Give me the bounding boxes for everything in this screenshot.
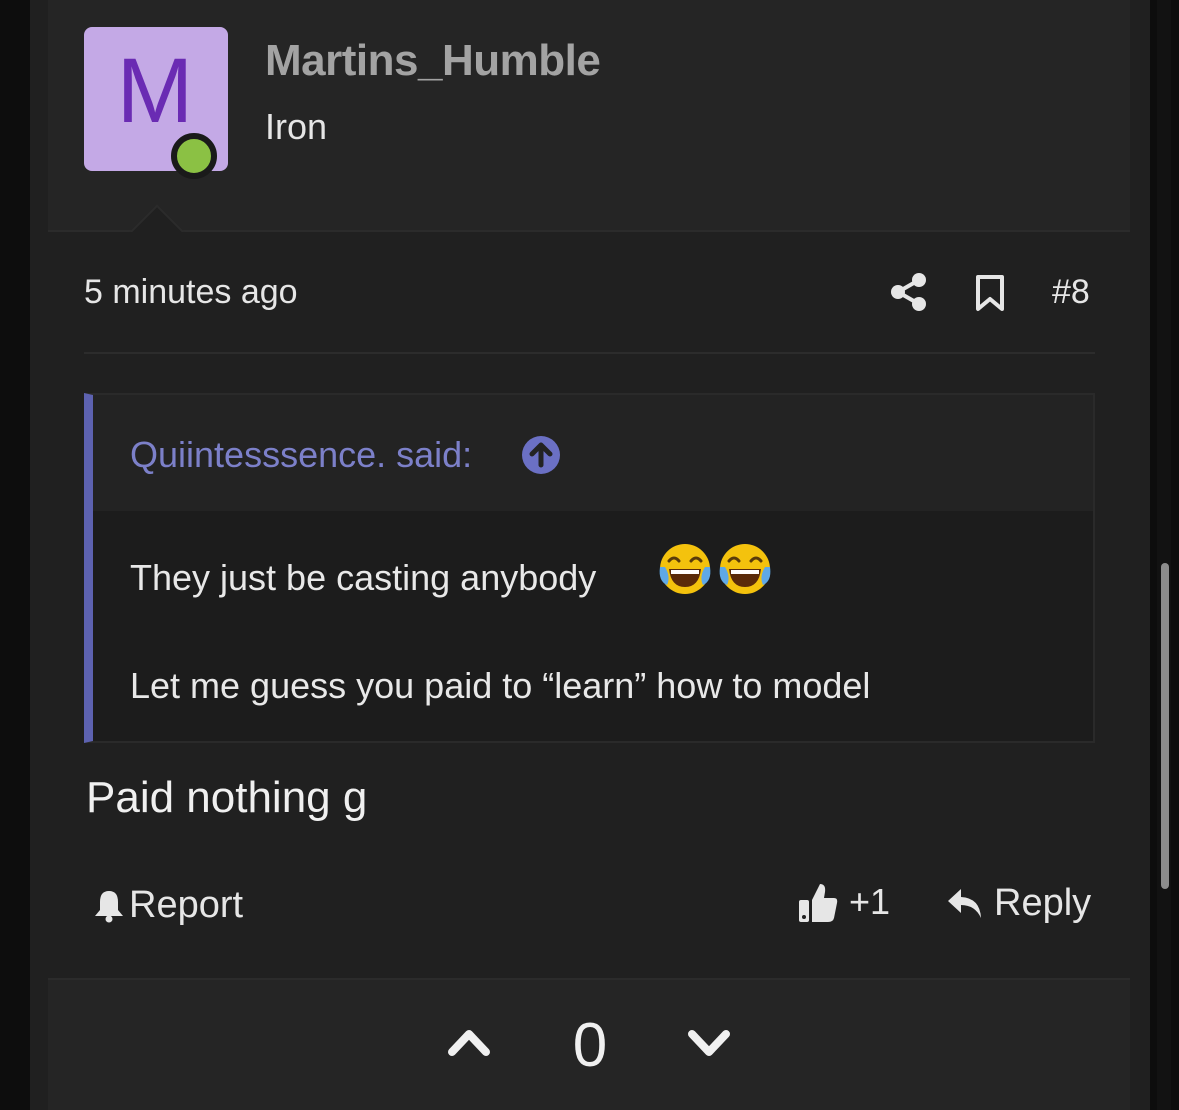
reply-button[interactable]: Reply [946,882,1091,925]
thumbs-up-icon [799,884,838,922]
post-body-text: Paid nothing g [86,773,368,822]
report-button[interactable]: Report [93,884,243,927]
like-count: +1 [849,881,891,922]
post-number-link[interactable]: #8 [1052,273,1090,312]
face-with-tears-of-joy-icon [659,544,711,594]
bookmark-icon[interactable] [974,274,1006,312]
bell-icon [95,890,123,922]
share-icon[interactable] [890,272,928,312]
online-status-indicator [171,133,217,179]
quote-text-line2: Let me guess you paid to “learn” how to … [130,665,871,706]
quote-block: Quiintesssence. said: They just be casti… [84,393,1095,743]
user-card-pointer [124,200,188,232]
quote-text-line1: They just be casting anybody [130,557,597,598]
vote-count: 0 [572,1011,608,1080]
upvote-chevron-icon[interactable] [446,1022,492,1062]
avatar-letter: M [116,40,194,142]
post-timestamp[interactable]: 5 minutes ago [84,273,298,312]
arrow-up-circle-icon[interactable] [521,435,561,475]
quote-author-link[interactable]: Quiintesssence. said: [130,434,472,476]
scrollbar-thumb[interactable] [1161,563,1169,889]
scrollbar-track[interactable] [1157,0,1171,1110]
divider [84,352,1095,354]
reply-arrow-icon [948,888,981,918]
reply-label: Reply [994,882,1092,924]
quote-header: Quiintesssence. said: [93,395,1093,511]
user-title: Iron [265,106,328,147]
username[interactable]: Martins_Humble [265,36,601,86]
face-with-tears-of-joy-icon [719,544,771,594]
emoji-group [653,541,773,597]
downvote-chevron-icon[interactable] [686,1022,732,1062]
like-button[interactable]: +1 [797,880,890,924]
report-label: Report [129,884,244,926]
left-gutter [0,0,30,1110]
